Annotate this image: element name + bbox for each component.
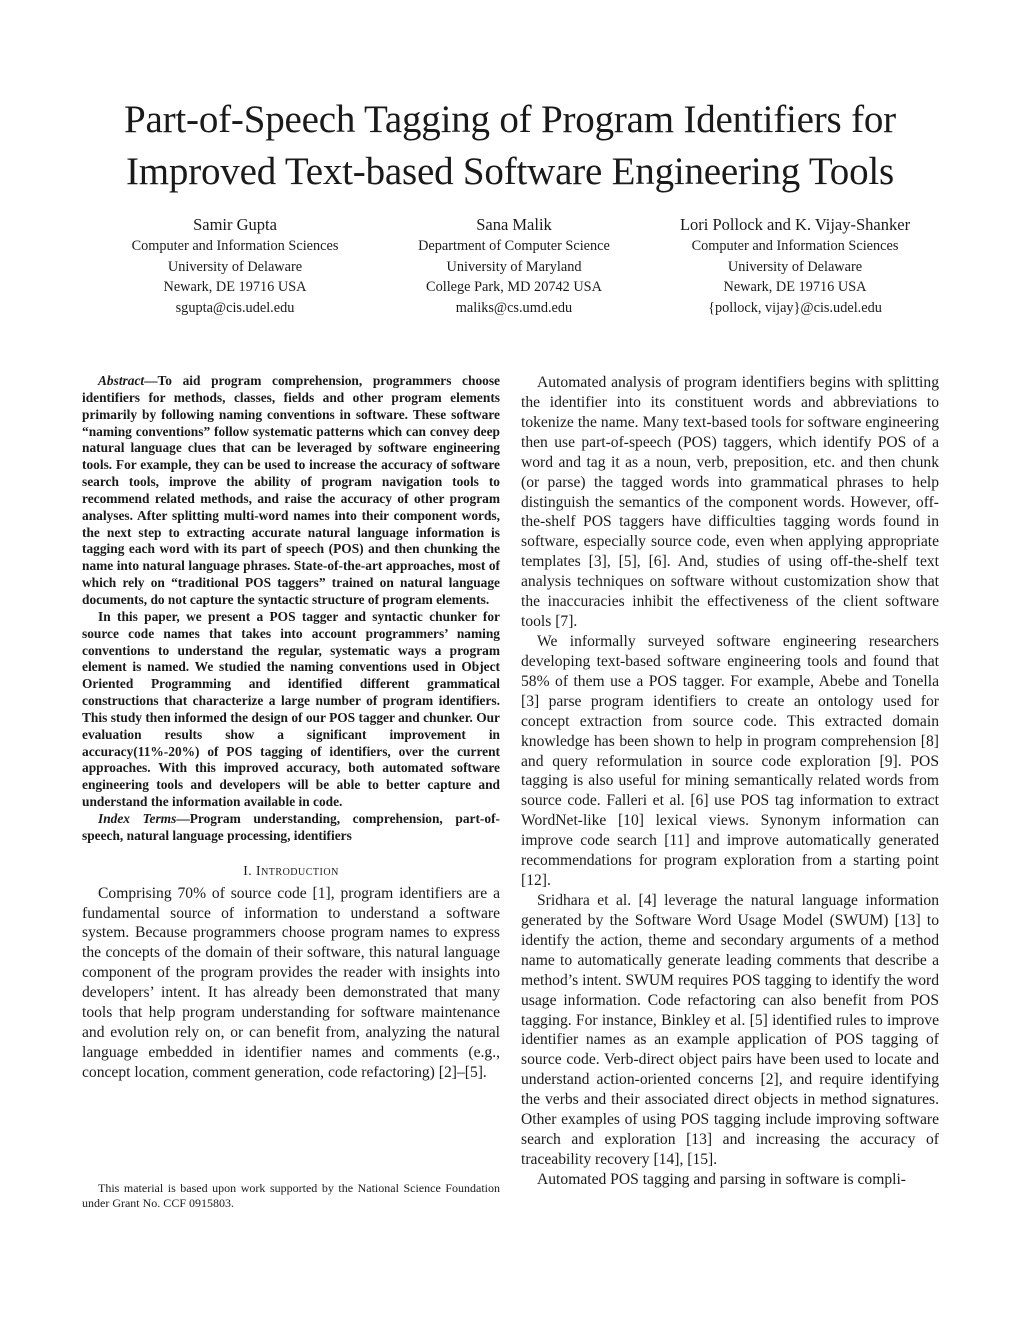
abstract-text: To aid program comprehension, programmer… [82,373,500,607]
author-department: Computer and Information Sciences [131,238,339,254]
author-email: sgupta@cis.udel.edu [175,299,295,316]
section-heading: I. Introduction [82,862,500,880]
abstract-paragraph: In this paper, we present a POS tagger a… [82,608,500,810]
abstract-label: Abstract [98,373,145,388]
index-terms-dash: — [176,810,190,826]
footnote-text: This material is based upon work support… [82,1181,500,1210]
body-paragraph: Comprising 70% of source code [1], progr… [82,884,500,1081]
author-affiliation: Samir Gupta Computer and Information Sci… [95,214,375,318]
author-name: Samir Gupta [193,215,277,234]
author-institution: University of Delaware [167,258,303,275]
author-affiliation: Sana Malik Department of Computer Scienc… [384,214,644,318]
left-column: Abstract—To aid program comprehension, p… [82,373,500,1083]
author-institution: University of Maryland [446,258,582,275]
author-email: {pollock, vijay}@cis.udel.edu [708,299,882,316]
right-column: Automated analysis of program identifier… [521,373,939,1190]
author-department: Computer and Information Sciences [691,238,899,254]
author-email: maliks@cs.umd.edu [455,299,573,316]
author-name: Sana Malik [476,215,552,234]
author-affiliation: Lori Pollock and K. Vijay-Shanker Comput… [645,214,945,318]
author-department: Department of Computer Science [418,238,610,254]
author-address: Newark, DE 19716 USA [163,279,307,295]
abstract-dash: — [144,373,158,388]
body-paragraph: We informally surveyed software engineer… [521,632,939,890]
section-title: Introduction [256,862,339,878]
author-address: Newark, DE 19716 USA [723,279,867,295]
index-terms: Index Terms—Program understanding, compr… [82,811,500,845]
author-name: Lori Pollock and K. Vijay-Shanker [679,215,911,234]
section-number: I. [243,862,253,878]
paper-title-line-1: Part-of-Speech Tagging of Program Identi… [124,98,896,141]
paper-title-line-2: Improved Text-based Software Engineering… [125,150,895,193]
body-paragraph: Automated analysis of program identifier… [521,374,939,631]
author-institution: University of Delaware [727,258,863,275]
abstract-paragraph: Abstract—To aid program comprehension, p… [82,373,500,609]
paper-title: Part-of-Speech Tagging of Program Identi… [0,94,1020,198]
author-block: Samir Gupta Computer and Information Sci… [95,214,945,318]
body-paragraph: Automated POS tagging and parsing in sof… [537,1170,906,1188]
body-paragraph: Sridhara et al. [4] leverage the natural… [521,891,939,1168]
author-address: College Park, MD 20742 USA [426,279,602,295]
abstract: Abstract—To aid program comprehension, p… [82,373,500,845]
index-terms-label: Index Terms [98,810,177,826]
footnote: This material is based upon work support… [82,1181,500,1210]
